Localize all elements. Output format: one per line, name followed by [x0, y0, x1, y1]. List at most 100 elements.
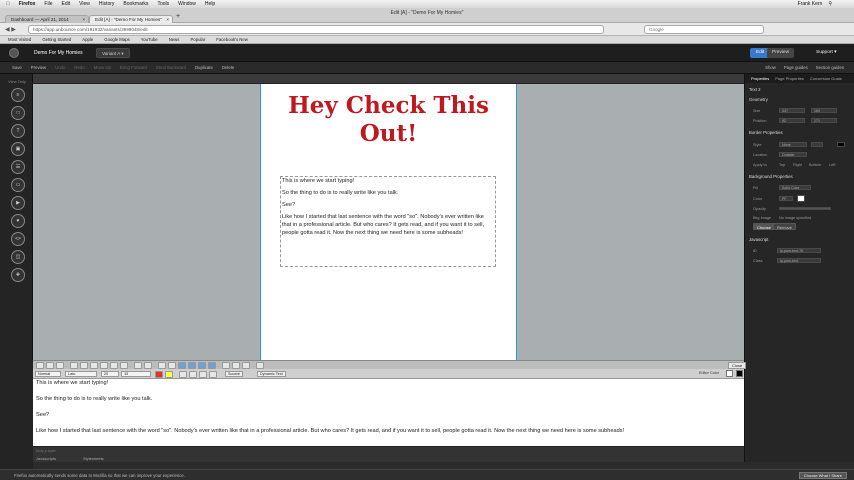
- section-javascript[interactable]: Javascript: [749, 237, 768, 242]
- lightbox-tool-icon[interactable]: ◫: [11, 250, 25, 264]
- border-style-select[interactable]: None: [779, 142, 807, 147]
- social-tool-icon[interactable]: ♥: [11, 214, 25, 228]
- page-guides-toggle[interactable]: Page guides: [784, 65, 808, 70]
- javascripts-button[interactable]: Javascripts: [36, 456, 56, 461]
- align-left-icon[interactable]: [178, 362, 186, 369]
- duplicate-button[interactable]: Duplicate: [195, 65, 213, 70]
- italic-icon[interactable]: [80, 362, 88, 369]
- tab-properties[interactable]: Properties: [751, 76, 769, 81]
- apply-left-checkbox[interactable]: Left: [829, 163, 835, 167]
- bookmark-item[interactable]: Google Maps: [104, 37, 130, 42]
- back-forward-icons[interactable]: ◀ ▶: [5, 26, 16, 33]
- class-field[interactable]: lp-pom-text: [777, 258, 821, 263]
- section-guides-toggle[interactable]: Section guides: [816, 65, 844, 70]
- hr-icon[interactable]: [256, 362, 264, 369]
- bookmark-item[interactable]: Getting Started: [42, 37, 71, 42]
- anchor-icon[interactable]: [242, 362, 250, 369]
- unlink-icon[interactable]: [232, 362, 240, 369]
- border-width-field[interactable]: [811, 142, 823, 147]
- new-tab-button[interactable]: +: [176, 13, 180, 20]
- numbered-list-icon[interactable]: [134, 362, 142, 369]
- section-background[interactable]: Background Properties: [749, 174, 793, 179]
- subscript-icon[interactable]: [110, 362, 118, 369]
- highlight-color-icon[interactable]: [165, 371, 173, 378]
- menu-view[interactable]: View: [79, 1, 90, 7]
- border-location-select[interactable]: Outside: [779, 152, 807, 157]
- bookmark-item[interactable]: Popular: [190, 37, 205, 42]
- bookmark-item[interactable]: Apple: [82, 37, 93, 42]
- font-family-select[interactable]: Lato: [65, 371, 97, 377]
- bold-icon[interactable]: [70, 362, 78, 369]
- apple-icon[interactable]: : [6, 1, 10, 7]
- tab-page-properties[interactable]: Page Properties: [775, 76, 804, 81]
- send-backward-button[interactable]: Send Backward: [156, 65, 186, 70]
- close-icon[interactable]: ×: [82, 17, 85, 22]
- align-justify-icon[interactable]: [208, 362, 216, 369]
- section-border[interactable]: Border Properties: [749, 130, 783, 135]
- bookmark-item[interactable]: Facebook's New: [216, 37, 248, 42]
- link-icon[interactable]: [222, 362, 230, 369]
- delete-button[interactable]: Delete: [222, 65, 234, 70]
- rich-text-editor[interactable]: This is where we start typing! So the th…: [33, 379, 744, 446]
- tab-edit[interactable]: Edit [A] - "Demo For My Homies" ×: [89, 15, 173, 23]
- variant-select[interactable]: Variant A ▾: [96, 48, 130, 58]
- menu-window[interactable]: Window: [178, 1, 196, 7]
- preview-tool-button[interactable]: Preview: [31, 65, 46, 70]
- fill-select[interactable]: Solid Color: [779, 185, 811, 190]
- selected-text-block[interactable]: This is where we start typing! So the th…: [280, 176, 496, 267]
- format-icon[interactable]: [179, 371, 187, 378]
- tab-conversion-goals[interactable]: Conversion Goals: [810, 76, 842, 81]
- support-button[interactable]: Support ▾: [816, 50, 837, 55]
- box-tool-icon[interactable]: □: [11, 106, 25, 120]
- align-center-icon[interactable]: [188, 362, 196, 369]
- section-tool-icon[interactable]: ≡: [11, 88, 25, 102]
- bookmark-item[interactable]: News: [169, 37, 180, 42]
- indent-icon[interactable]: [168, 362, 176, 369]
- remove-image-button[interactable]: Remove: [773, 223, 796, 230]
- superscript-icon[interactable]: [120, 362, 128, 369]
- close-editor-button[interactable]: Close: [728, 362, 747, 369]
- y-field[interactable]: 171: [811, 118, 837, 123]
- stylesheets-button[interactable]: Stylesheets: [83, 456, 104, 461]
- user-name[interactable]: Frank Kern: [798, 1, 823, 7]
- url-input[interactable]: https://app.unbounce.com/191932/variants…: [28, 25, 604, 34]
- bookmark-item[interactable]: YouTube: [141, 37, 158, 42]
- cut-icon[interactable]: [36, 362, 44, 369]
- paste-icon[interactable]: [56, 362, 64, 369]
- logo-icon[interactable]: [9, 48, 19, 58]
- search-input[interactable]: Google: [644, 25, 764, 34]
- menu-file[interactable]: File: [44, 1, 52, 7]
- underline-icon[interactable]: [90, 362, 98, 369]
- height-field[interactable]: 169: [811, 108, 837, 113]
- editor-color-black[interactable]: [736, 370, 743, 377]
- button-tool-icon[interactable]: ▭: [11, 178, 25, 192]
- color-swatch[interactable]: [797, 195, 805, 202]
- menu-tools[interactable]: Tools: [157, 1, 169, 7]
- preview-button[interactable]: Preview: [767, 48, 795, 58]
- line-height-select[interactable]: 15: [121, 371, 151, 377]
- opacity-slider[interactable]: [779, 207, 831, 210]
- form-tool-icon[interactable]: ☰: [11, 160, 25, 174]
- x-field[interactable]: 92: [779, 118, 805, 123]
- video-tool-icon[interactable]: ▶: [11, 196, 25, 210]
- outdent-icon[interactable]: [158, 362, 166, 369]
- section-geometry[interactable]: Geometry: [749, 97, 768, 102]
- image-tool-icon[interactable]: ▣: [11, 142, 25, 156]
- choose-image-button[interactable]: Choose: [753, 223, 775, 230]
- menu-app-name[interactable]: Firefox: [19, 1, 36, 7]
- dynamic-text-button[interactable]: Dynamic Text: [257, 371, 286, 377]
- color-hex-field[interactable]: FF: [779, 196, 793, 201]
- menu-history[interactable]: History: [99, 1, 115, 7]
- font-size-select[interactable]: 20: [101, 371, 119, 377]
- bring-forward-button[interactable]: Bring Forward: [120, 65, 147, 70]
- menu-edit[interactable]: Edit: [61, 1, 70, 7]
- save-button[interactable]: Save: [12, 65, 22, 70]
- id-field[interactable]: lp-pom-text-76: [777, 248, 821, 253]
- undo-button[interactable]: Undo: [55, 65, 65, 70]
- image-insert-icon[interactable]: [199, 371, 207, 378]
- move-up-button[interactable]: Move Up: [94, 65, 111, 70]
- editor-color-white[interactable]: [726, 370, 733, 377]
- remove-format-icon[interactable]: [209, 371, 217, 378]
- widget-tool-icon[interactable]: ✚: [11, 268, 25, 282]
- source-button[interactable]: Source: [225, 371, 244, 377]
